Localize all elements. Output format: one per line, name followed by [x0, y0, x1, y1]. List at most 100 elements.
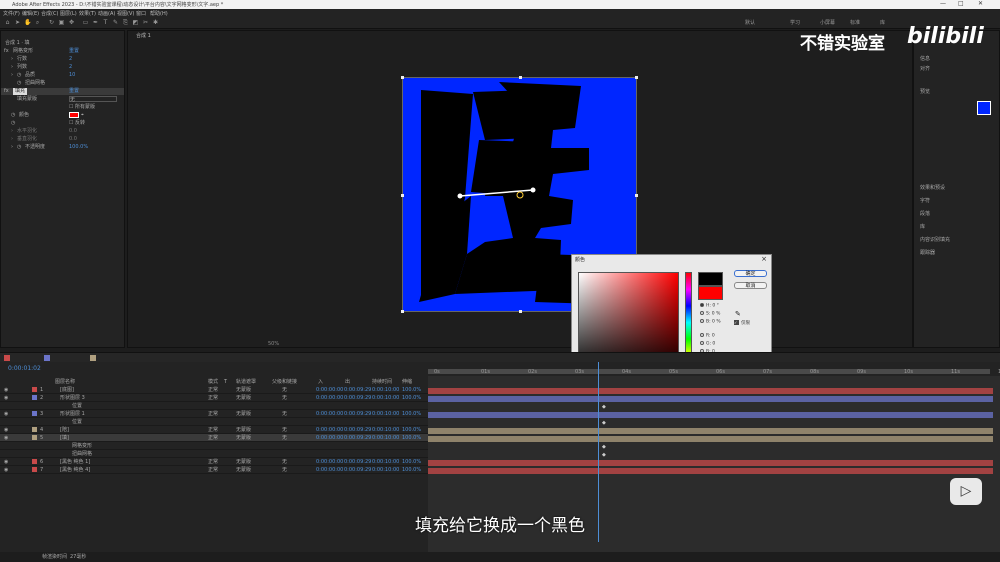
panel-content-aware-fill[interactable]: 内容识别填充: [920, 237, 950, 244]
layer-track[interactable]: 无蒙版: [236, 410, 251, 418]
rectangle-tool-icon[interactable]: ▭: [82, 19, 89, 26]
chevron-right-icon[interactable]: ›: [11, 128, 13, 135]
menu-window[interactable]: 窗口: [136, 10, 146, 17]
horizontal-feather-value[interactable]: 0.0: [69, 128, 77, 135]
hand-tool-icon[interactable]: ✋: [24, 19, 31, 26]
layer-out[interactable]: 0:00:09:29: [344, 410, 371, 418]
layer-track[interactable]: 无蒙版: [236, 466, 251, 474]
layer-out[interactable]: 0:00:09:29: [344, 394, 371, 402]
rotate-tool-icon[interactable]: ↻: [48, 19, 55, 26]
zoom-tool-icon[interactable]: ⌕: [34, 19, 41, 26]
property-row[interactable]: 网格变形: [0, 442, 428, 450]
property-row[interactable]: 扭曲网格: [0, 450, 428, 458]
panel-libraries[interactable]: 库: [920, 224, 925, 231]
layer-stretch[interactable]: 100.0%: [402, 394, 421, 402]
layer-dur[interactable]: 0:00:10:00: [372, 434, 399, 442]
fx-icon[interactable]: fx: [4, 88, 9, 95]
label-color-swatch[interactable]: [32, 435, 37, 440]
layer-parent[interactable]: 无: [282, 458, 287, 466]
panel-character[interactable]: 字符: [920, 198, 930, 205]
col-in[interactable]: 入: [318, 378, 323, 386]
visibility-eye-icon[interactable]: ◉: [4, 426, 8, 434]
col-t[interactable]: T: [224, 378, 227, 386]
property-row[interactable]: 位置: [0, 402, 428, 410]
pan-behind-tool-icon[interactable]: ✥: [68, 19, 75, 26]
layer-row[interactable]: ◉ 2 形状图层 3 正常 无蒙版 无 0:00:00:00 0:00:09:29 0:00:1…: [0, 394, 428, 402]
fill-reset-link[interactable]: 重置: [69, 88, 79, 95]
layer-name[interactable]: 形状图层 3: [60, 394, 85, 402]
selection-tool-icon[interactable]: ➤: [14, 19, 21, 26]
layer-mode[interactable]: 正常: [208, 426, 218, 434]
layer-stretch[interactable]: 100.0%: [402, 434, 421, 442]
layer-name[interactable]: 形状图层 1: [60, 410, 85, 418]
bilibili-tv-icon[interactable]: ▷: [950, 478, 982, 505]
quality-value[interactable]: 10: [69, 72, 75, 79]
layer-mode[interactable]: 正常: [208, 386, 218, 394]
layer-stretch[interactable]: 100.0%: [402, 410, 421, 418]
layer-track[interactable]: 无蒙版: [236, 426, 251, 434]
panel-paragraph[interactable]: 段落: [920, 211, 930, 218]
visibility-eye-icon[interactable]: ◉: [4, 466, 8, 474]
vertical-feather-value[interactable]: 0.0: [69, 136, 77, 143]
layer-dur[interactable]: 0:00:10:00: [372, 466, 399, 474]
fill-mask-dropdown[interactable]: 无: [69, 96, 117, 103]
transform-handle[interactable]: [401, 310, 404, 313]
layer-out[interactable]: 0:00:09:29: [344, 386, 371, 394]
col-track-matte[interactable]: 轨道遮罩: [236, 378, 256, 386]
layer-duration-bar[interactable]: [428, 388, 993, 394]
panel-align[interactable]: 对齐: [920, 66, 930, 73]
minimize-icon[interactable]: —: [940, 0, 946, 7]
layer-out[interactable]: 0:00:09:29: [344, 466, 371, 474]
layer-name[interactable]: [黑色 纯色 1]: [60, 458, 90, 466]
layer-dur[interactable]: 0:00:10:00: [372, 386, 399, 394]
col-mode[interactable]: 模式: [208, 378, 218, 386]
visibility-eye-icon[interactable]: ◉: [4, 386, 8, 394]
layer-in[interactable]: 0:00:00:00: [316, 434, 343, 442]
stopwatch-icon[interactable]: ◷: [11, 112, 15, 119]
label-color-swatch[interactable]: [32, 427, 37, 432]
home-icon[interactable]: ⌂: [4, 19, 11, 26]
menu-edit[interactable]: 编辑(E): [22, 10, 39, 17]
menu-layer[interactable]: 图层(L): [60, 10, 77, 17]
chevron-right-icon[interactable]: ›: [11, 144, 13, 151]
layer-out[interactable]: 0:00:09:29: [344, 434, 371, 442]
layer-dur[interactable]: 0:00:10:00: [372, 394, 399, 402]
stopwatch-icon[interactable]: ◷: [11, 120, 15, 127]
workspace-default[interactable]: 默认: [745, 19, 755, 26]
fx-icon[interactable]: fx: [4, 48, 9, 55]
layer-duration-bar[interactable]: [428, 460, 993, 466]
saturation-option[interactable]: S: 0 %: [700, 311, 720, 318]
clone-tool-icon[interactable]: ⎘: [122, 19, 129, 26]
original-color-swatch[interactable]: [698, 286, 723, 300]
layer-in[interactable]: 0:00:00:00: [316, 458, 343, 466]
menu-effect[interactable]: 效果(T): [79, 10, 96, 17]
layer-in[interactable]: 0:00:00:00: [316, 386, 343, 394]
invert-checkbox[interactable]: ☐: [69, 120, 73, 127]
layer-stretch[interactable]: 100.0%: [402, 386, 421, 394]
workspace-small-screen[interactable]: 小屏幕: [820, 19, 835, 26]
puppet-tool-icon[interactable]: ✱: [152, 19, 159, 26]
panel-effects-presets[interactable]: 效果和预设: [920, 185, 945, 192]
stopwatch-icon[interactable]: ◷: [17, 144, 21, 151]
eyedropper-icon[interactable]: ⌖: [81, 112, 84, 119]
transform-handle[interactable]: [635, 76, 638, 79]
panel-info[interactable]: 信息: [920, 56, 930, 63]
label-color-swatch[interactable]: [32, 459, 37, 464]
panel-tracker[interactable]: 跟踪器: [920, 250, 935, 257]
layer-duration-bar[interactable]: [428, 412, 993, 418]
label-color-swatch[interactable]: [32, 467, 37, 472]
type-tool-icon[interactable]: T: [102, 19, 109, 26]
workspace-libraries[interactable]: 库: [880, 19, 885, 26]
chevron-right-icon[interactable]: ›: [11, 136, 13, 143]
layer-name[interactable]: 扭曲网格: [72, 450, 92, 458]
color-swatch[interactable]: [69, 112, 79, 118]
layer-dur[interactable]: 0:00:10:00: [372, 410, 399, 418]
menu-view[interactable]: 视图(V): [117, 10, 134, 17]
layer-row[interactable]: ◉ 4 [陪] 正常 无蒙版 无 0:00:00:00 0:00:09:29 0:00:10:0…: [0, 426, 428, 434]
layer-in[interactable]: 0:00:00:00: [316, 466, 343, 474]
fill-color-swatch[interactable]: [977, 101, 991, 115]
label-color-swatch[interactable]: [32, 387, 37, 392]
layer-parent[interactable]: 无: [282, 466, 287, 474]
red-option[interactable]: R: 0: [700, 333, 715, 340]
layer-dur[interactable]: 0:00:10:00: [372, 426, 399, 434]
